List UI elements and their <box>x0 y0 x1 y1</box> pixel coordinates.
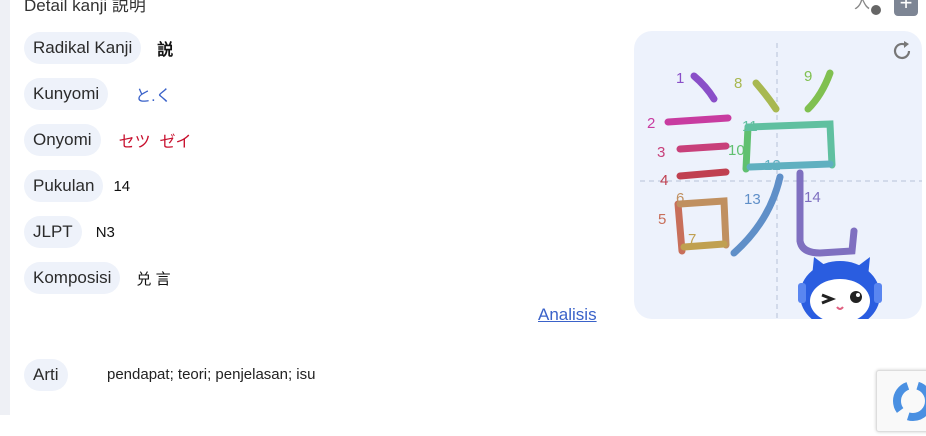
translate-icon[interactable]: 入 <box>852 0 882 16</box>
detail-row-onyomi: Onyomi セツ ゼイ <box>24 124 191 156</box>
detail-row-radikal: Radikal Kanji 説 <box>24 32 173 64</box>
radikal-label: Radikal Kanji <box>24 32 142 64</box>
stroke-number: 5 <box>658 211 666 228</box>
pukulan-label: Pukulan <box>24 170 104 202</box>
stroke-number: 14 <box>804 189 821 206</box>
svg-text:入: 入 <box>854 0 870 12</box>
top-toolbar: 入 + <box>852 0 918 16</box>
reload-icon[interactable] <box>890 39 914 63</box>
recaptcha-badge[interactable] <box>876 370 926 432</box>
add-button[interactable]: + <box>894 0 918 16</box>
pukulan-value: 14 <box>113 177 131 195</box>
stroke-number: 12 <box>764 157 781 174</box>
stroke-order-diagram: 1 2 3 4 5 6 7 8 9 10 11 12 13 14 <box>640 43 922 319</box>
analisis-link[interactable]: Analisis <box>538 305 597 325</box>
mascot-icon <box>798 257 882 319</box>
jlpt-label: JLPT <box>24 216 82 248</box>
kunyomi-label: Kunyomi <box>24 78 109 110</box>
left-sidebar-strip <box>0 0 10 415</box>
stroke-number: 6 <box>676 190 684 207</box>
detail-row-arti: Arti <box>24 359 68 391</box>
detail-row-komposisi: Komposisi 兑 言 <box>24 262 171 294</box>
arti-label: Arti <box>24 359 68 391</box>
onyomi-value[interactable]: セツ ゼイ <box>119 128 192 152</box>
stroke-number: 8 <box>734 75 742 92</box>
stroke-number: 13 <box>744 191 761 208</box>
recaptcha-icon <box>893 381 926 421</box>
detail-row-pukulan: Pukulan 14 <box>24 170 130 202</box>
kunyomi-value[interactable]: と.く <box>135 82 171 106</box>
stroke-number: 2 <box>647 115 655 132</box>
stroke-number: 10 <box>728 142 745 159</box>
komposisi-label: Komposisi <box>24 262 121 294</box>
page-title: Detail kanji 説明 <box>24 0 146 15</box>
stroke-number: 1 <box>676 70 684 87</box>
komposisi-value[interactable]: 兑 言 <box>136 268 170 289</box>
radikal-value: 説 <box>157 42 174 59</box>
stroke-number: 7 <box>688 231 696 248</box>
detail-row-jlpt: JLPT N3 <box>24 216 115 248</box>
stroke-number: 4 <box>660 172 668 189</box>
onyomi-label: Onyomi <box>24 124 101 156</box>
arti-value: pendapat; teori; penjelasan; isu <box>107 366 316 383</box>
stroke-number: 9 <box>804 68 812 85</box>
stroke-number: 11 <box>742 118 758 135</box>
detail-row-kunyomi: Kunyomi と.く <box>24 78 172 110</box>
stroke-order-panel: 1 2 3 4 5 6 7 8 9 10 11 12 13 14 <box>634 31 922 319</box>
stroke-number: 3 <box>657 144 665 161</box>
jlpt-value: N3 <box>95 223 115 241</box>
